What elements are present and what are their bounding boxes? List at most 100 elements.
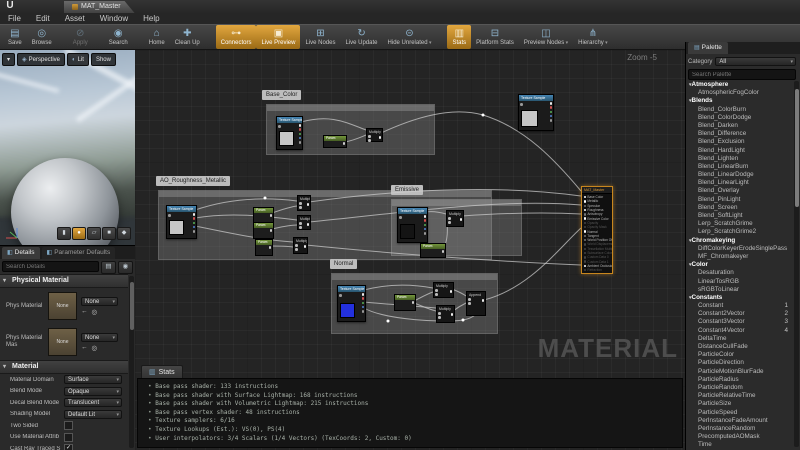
toolbar-button[interactable]: ◫ Preview Nodes xyxy=(519,25,573,49)
asset-dropdown[interactable]: None xyxy=(81,296,118,306)
palette-item[interactable]: PrecomputedAOMask xyxy=(686,433,794,441)
browse-asset-icon[interactable]: ◎ xyxy=(92,308,98,316)
palette-item[interactable]: Constant4Vector 4 xyxy=(686,327,794,335)
use-selected-icon[interactable]: ← xyxy=(81,308,88,316)
show-button[interactable]: Show xyxy=(90,53,116,66)
palette-item[interactable]: Lerp_ScratchGrime2 xyxy=(686,228,794,236)
palette-item[interactable]: DeltaTime xyxy=(686,335,794,343)
palette-item[interactable]: sRGBToLinear xyxy=(686,286,794,294)
multiply-node[interactable]: Multiply xyxy=(366,128,383,142)
palette-item[interactable]: Blend_Darken xyxy=(686,122,794,130)
multiply-node[interactable]: Multiply xyxy=(446,210,464,227)
palette-item[interactable]: ParticleRandom xyxy=(686,384,794,392)
perspective-button[interactable]: ◈ Perspective xyxy=(17,53,65,66)
palette-item[interactable]: Blend_HardLight xyxy=(686,147,794,155)
menu-item[interactable]: Window xyxy=(100,14,128,23)
palette-item[interactable]: Constants xyxy=(686,294,794,302)
palette-item[interactable]: Blend_ColorBurn xyxy=(686,106,794,114)
property-dropdown[interactable]: Opaque xyxy=(64,386,122,396)
palette-item[interactable]: ParticleRadius xyxy=(686,376,794,384)
mesh-preview-button[interactable]: ● xyxy=(72,227,86,240)
toolbar-button[interactable]: ◉ Search xyxy=(104,25,133,49)
tab-stats[interactable]: ▥ Stats xyxy=(141,365,183,379)
palette-item[interactable]: PerInstanceFadeAmount xyxy=(686,417,794,425)
parameter-node[interactable]: Param xyxy=(253,222,274,239)
parameter-node[interactable]: Param xyxy=(255,239,273,256)
toolbar-button[interactable]: ▣ Live Preview xyxy=(256,25,301,49)
palette-item[interactable]: DiffColorKeyerErodeSinglePass xyxy=(686,245,794,253)
use-selected-icon[interactable]: ← xyxy=(81,344,88,352)
material-result-node[interactable]: MAT_Master Base Color Metallic Specular … xyxy=(581,186,613,274)
toolbar-button[interactable]: ▥ Stats xyxy=(447,25,472,49)
eye-icon[interactable]: ◉ xyxy=(118,261,133,274)
palette-item[interactable]: ParticleMotionBlurFade xyxy=(686,368,794,376)
palette-item[interactable]: PerInstanceRandom xyxy=(686,425,794,433)
property-dropdown[interactable]: Translucent xyxy=(64,398,122,408)
details-scrollbar[interactable] xyxy=(129,276,134,448)
palette-item[interactable]: Blend_LinearBurn xyxy=(686,163,794,171)
lit-mode-button[interactable]: ◐ Lit xyxy=(67,53,89,66)
texture-sample-node[interactable]: Texture Sample xyxy=(397,207,428,243)
append-node[interactable]: Append xyxy=(466,291,486,316)
texture-sample-node[interactable]: Texture Sample xyxy=(518,94,554,131)
browse-asset-icon[interactable]: ◎ xyxy=(92,344,98,352)
palette-item[interactable]: ParticleColor xyxy=(686,351,794,359)
toolbar-button[interactable]: ↻ Live Update xyxy=(341,25,383,49)
palette-item[interactable]: Lerp_ScratchGrime xyxy=(686,220,794,228)
asset-thumbnail[interactable]: None xyxy=(48,328,77,356)
palette-item[interactable]: Blend_ColorDodge xyxy=(686,114,794,122)
tab-parameter-defaults[interactable]: ◧ Parameter Defaults xyxy=(41,247,116,259)
palette-item[interactable]: Constant2Vector 2 xyxy=(686,310,794,318)
palette-item[interactable]: Blend_Difference xyxy=(686,130,794,138)
palette-item[interactable]: Constant 1 xyxy=(686,302,794,310)
palette-item[interactable]: Atmosphere xyxy=(686,81,794,89)
toolbar-button[interactable]: ⋔ Hierarchy xyxy=(573,25,613,49)
palette-item[interactable]: ParticleSize xyxy=(686,400,794,408)
menu-item[interactable]: Asset xyxy=(65,14,85,23)
asset-thumbnail[interactable]: None xyxy=(48,292,77,320)
palette-item[interactable]: Chromakeying xyxy=(686,237,794,245)
toolbar-button[interactable]: ✚ Clean Up xyxy=(170,25,205,49)
multiply-node[interactable]: Multiply xyxy=(297,195,311,211)
viewport-options-button[interactable]: ▾ xyxy=(2,53,16,66)
palette-scrollbar[interactable] xyxy=(794,81,799,447)
palette-item[interactable]: LinearTosRGB xyxy=(686,278,794,286)
tab-palette[interactable]: ▤ Palette xyxy=(688,42,728,54)
multiply-node[interactable]: Multiply xyxy=(297,215,311,230)
menu-item[interactable]: Help xyxy=(143,14,159,23)
toolbar-button[interactable]: ⊝ Hide Unrelated xyxy=(383,25,437,49)
palette-item[interactable]: Desaturation xyxy=(686,269,794,277)
parameter-node[interactable]: Param xyxy=(420,243,446,258)
checkbox[interactable] xyxy=(64,432,73,442)
preview-viewport[interactable]: ▾ ◈ Perspective ◐ Lit Show ▮ ● ▱ ■ ◆ xyxy=(0,50,136,245)
palette-item[interactable]: Blend_LinearDodge xyxy=(686,171,794,179)
asset-dropdown[interactable]: None xyxy=(81,332,118,342)
palette-item[interactable]: Blend_Screen xyxy=(686,204,794,212)
toolbar-button[interactable]: ◎ Browse xyxy=(27,25,57,49)
category-dropdown[interactable]: All xyxy=(715,57,796,66)
palette-item[interactable]: ParticleDirection xyxy=(686,359,794,367)
checkbox[interactable] xyxy=(64,444,73,450)
multiply-node[interactable]: Multiply xyxy=(436,305,455,323)
palette-item[interactable]: Constant3Vector 3 xyxy=(686,318,794,326)
toolbar-button[interactable]: ▤ Save xyxy=(3,25,27,49)
palette-search-input[interactable] xyxy=(688,69,796,80)
multiply-node[interactable]: Multiply xyxy=(293,237,308,254)
menu-item[interactable]: Edit xyxy=(36,14,50,23)
texture-sample-node[interactable]: Texture Sample xyxy=(276,116,303,150)
palette-item[interactable]: DistanceCullFade xyxy=(686,343,794,351)
palette-item[interactable]: Blends xyxy=(686,97,794,105)
palette-item[interactable]: ParticleRelativeTime xyxy=(686,392,794,400)
palette-item[interactable]: Color xyxy=(686,261,794,269)
filter-icon[interactable]: ▤ xyxy=(101,261,116,274)
palette-item[interactable]: Blend_LinearLight xyxy=(686,179,794,187)
palette-item[interactable]: MF_Chromakeyer xyxy=(686,253,794,261)
section-physical-material[interactable]: Physical Material xyxy=(0,274,128,288)
mesh-preview-button[interactable]: ▮ xyxy=(57,227,71,240)
tab-details[interactable]: ◧ Details xyxy=(2,247,40,259)
texture-sample-node[interactable]: Texture Sample xyxy=(337,285,366,322)
palette-item[interactable]: Time xyxy=(686,441,794,449)
parameter-node[interactable]: Param xyxy=(323,135,347,148)
menu-item[interactable]: File xyxy=(8,14,21,23)
mesh-preview-button[interactable]: ■ xyxy=(102,227,116,240)
